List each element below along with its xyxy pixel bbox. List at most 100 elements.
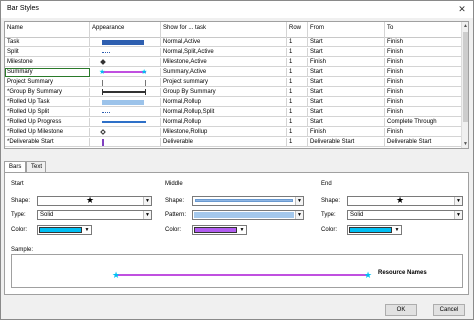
middle-shape-dropdown[interactable]: ▼: [192, 196, 304, 206]
cell-row[interactable]: 1: [287, 38, 308, 47]
cell-show-for[interactable]: Normal,Rollup: [161, 118, 287, 127]
cell-appearance[interactable]: [90, 98, 161, 107]
cell-name[interactable]: *Rolled Up Milestone: [5, 128, 90, 137]
vertical-scrollbar[interactable]: ▲ ▼: [461, 22, 468, 148]
middle-color-picker[interactable]: ▼: [192, 225, 247, 235]
cell-from[interactable]: Start: [308, 38, 385, 47]
cell-show-for[interactable]: Milestone,Rollup: [161, 128, 287, 137]
table-row[interactable]: Split Normal,Split,Active 1 Start Finish: [5, 48, 463, 57]
cell-from[interactable]: Start: [308, 108, 385, 117]
cell-name[interactable]: Task: [5, 38, 90, 47]
cell-show-for[interactable]: Group By Summary: [161, 88, 287, 97]
end-type-dropdown[interactable]: Solid ▼: [347, 210, 463, 220]
column-header-to[interactable]: To: [385, 22, 463, 38]
cell-to[interactable]: Finish: [385, 98, 463, 107]
cell-name[interactable]: *Group By Summary: [5, 88, 90, 97]
cell-show-for[interactable]: Normal,Split,Active: [161, 48, 287, 57]
cell-name[interactable]: Split: [5, 48, 90, 57]
table-row[interactable]: *Deliverable Start Deliverable 1 Deliverabl…: [5, 138, 463, 147]
start-shape-dropdown[interactable]: ★ ▼: [37, 196, 152, 206]
cell-show-for[interactable]: Deliverable: [161, 138, 287, 147]
cell-appearance[interactable]: [90, 58, 161, 67]
cell-appearance[interactable]: [90, 128, 161, 137]
cell-to[interactable]: Finish: [385, 38, 463, 47]
column-header-appearance[interactable]: Appearance: [90, 22, 161, 38]
table-row[interactable]: Milestone Milestone,Active 1 Finish Finish: [5, 58, 463, 67]
cell-from[interactable]: Finish: [308, 58, 385, 67]
cell-name[interactable]: *Deliverable Start: [5, 138, 90, 147]
table-row[interactable]: Task Normal,Active 1 Start Finish: [5, 38, 463, 47]
cell-row[interactable]: 1: [287, 68, 308, 77]
ok-button[interactable]: OK: [385, 304, 417, 316]
cell-from[interactable]: Start: [308, 48, 385, 57]
start-type-dropdown[interactable]: Solid ▼: [37, 210, 152, 220]
middle-pattern-dropdown[interactable]: ▼: [192, 210, 304, 220]
cell-row[interactable]: 1: [287, 78, 308, 87]
table-row[interactable]: *Rolled Up Task Normal,Rollup 1 Start Finish: [5, 98, 463, 107]
cell-to[interactable]: Complete Through: [385, 118, 463, 127]
cancel-button[interactable]: Cancel: [433, 304, 465, 316]
cell-row[interactable]: 1: [287, 138, 308, 147]
cell-name[interactable]: *Rolled Up Progress: [5, 118, 90, 127]
cell-row[interactable]: 1: [287, 98, 308, 107]
column-header-name[interactable]: Name: [5, 22, 90, 38]
cell-to[interactable]: Finish: [385, 68, 463, 77]
column-header-from[interactable]: From: [308, 22, 385, 38]
start-color-picker[interactable]: ▼: [37, 225, 92, 235]
table-row[interactable]: *Rolled Up Split Normal,Rollup,Split 1 Star…: [5, 108, 463, 117]
table-row[interactable]: *Group By Summary Group By Summary 1 Start F…: [5, 88, 463, 97]
cell-name[interactable]: *Rolled Up Task: [5, 98, 90, 107]
cell-row[interactable]: 1: [287, 108, 308, 117]
cell-appearance[interactable]: [90, 48, 161, 57]
table-row[interactable]: Summary ★ ★ Summary,Active 1 Start Finish: [5, 68, 463, 77]
cell-appearance[interactable]: [90, 38, 161, 47]
cell-to[interactable]: Deliverable Start: [385, 138, 463, 147]
cell-from[interactable]: Start: [308, 78, 385, 87]
cell-show-for[interactable]: Normal,Rollup: [161, 98, 287, 107]
end-shape-dropdown[interactable]: ★ ▼: [347, 196, 463, 206]
cell-row[interactable]: 1: [287, 128, 308, 137]
cell-name[interactable]: Project Summary: [5, 78, 90, 87]
cell-from[interactable]: Deliverable Start: [308, 138, 385, 147]
cell-appearance[interactable]: [90, 118, 161, 127]
column-header-show-for[interactable]: Show for ... task: [161, 22, 287, 38]
cell-to[interactable]: Finish: [385, 48, 463, 57]
cell-row[interactable]: 1: [287, 118, 308, 127]
cell-show-for[interactable]: Project summary: [161, 78, 287, 87]
cell-show-for[interactable]: Milestone,Active: [161, 58, 287, 67]
close-button[interactable]: ✕: [455, 3, 469, 16]
cell-show-for[interactable]: Normal,Rollup,Split: [161, 108, 287, 117]
cell-to[interactable]: Finish: [385, 88, 463, 97]
table-row[interactable]: Project Summary Project summary 1 Start Fini…: [5, 78, 463, 87]
cell-appearance[interactable]: [90, 138, 161, 147]
cell-name[interactable]: Summary: [5, 68, 90, 77]
table-row[interactable]: *Rolled Up Progress Normal,Rollup 1 Start Co…: [5, 118, 463, 127]
scroll-thumb[interactable]: [463, 32, 468, 122]
table-row[interactable]: *Rolled Up Milestone Milestone,Rollup 1 Fin…: [5, 128, 463, 137]
scroll-up-arrow-icon[interactable]: ▲: [462, 22, 468, 30]
tab-text[interactable]: Text: [26, 161, 46, 172]
cell-name[interactable]: *Rolled Up Split: [5, 108, 90, 117]
cell-name[interactable]: Milestone: [5, 58, 90, 67]
cell-to[interactable]: Finish: [385, 58, 463, 67]
cell-from[interactable]: Start: [308, 118, 385, 127]
cell-show-for[interactable]: Summary,Active: [161, 68, 287, 77]
cell-to[interactable]: Finish: [385, 108, 463, 117]
cell-show-for[interactable]: Normal,Active: [161, 38, 287, 47]
scroll-down-arrow-icon[interactable]: ▼: [462, 140, 468, 148]
cell-row[interactable]: 1: [287, 88, 308, 97]
cell-appearance[interactable]: [90, 88, 161, 97]
cell-from[interactable]: Start: [308, 98, 385, 107]
column-header-row[interactable]: Row: [287, 22, 308, 38]
cell-from[interactable]: Start: [308, 88, 385, 97]
cell-appearance[interactable]: ★ ★: [90, 68, 161, 77]
cell-appearance[interactable]: [90, 108, 161, 117]
end-color-picker[interactable]: ▼: [347, 225, 402, 235]
cell-appearance[interactable]: [90, 78, 161, 87]
cell-row[interactable]: 1: [287, 58, 308, 67]
cell-row[interactable]: 1: [287, 48, 308, 57]
cell-from[interactable]: Finish: [308, 128, 385, 137]
cell-to[interactable]: Finish: [385, 78, 463, 87]
cell-to[interactable]: Finish: [385, 128, 463, 137]
cell-from[interactable]: Start: [308, 68, 385, 77]
